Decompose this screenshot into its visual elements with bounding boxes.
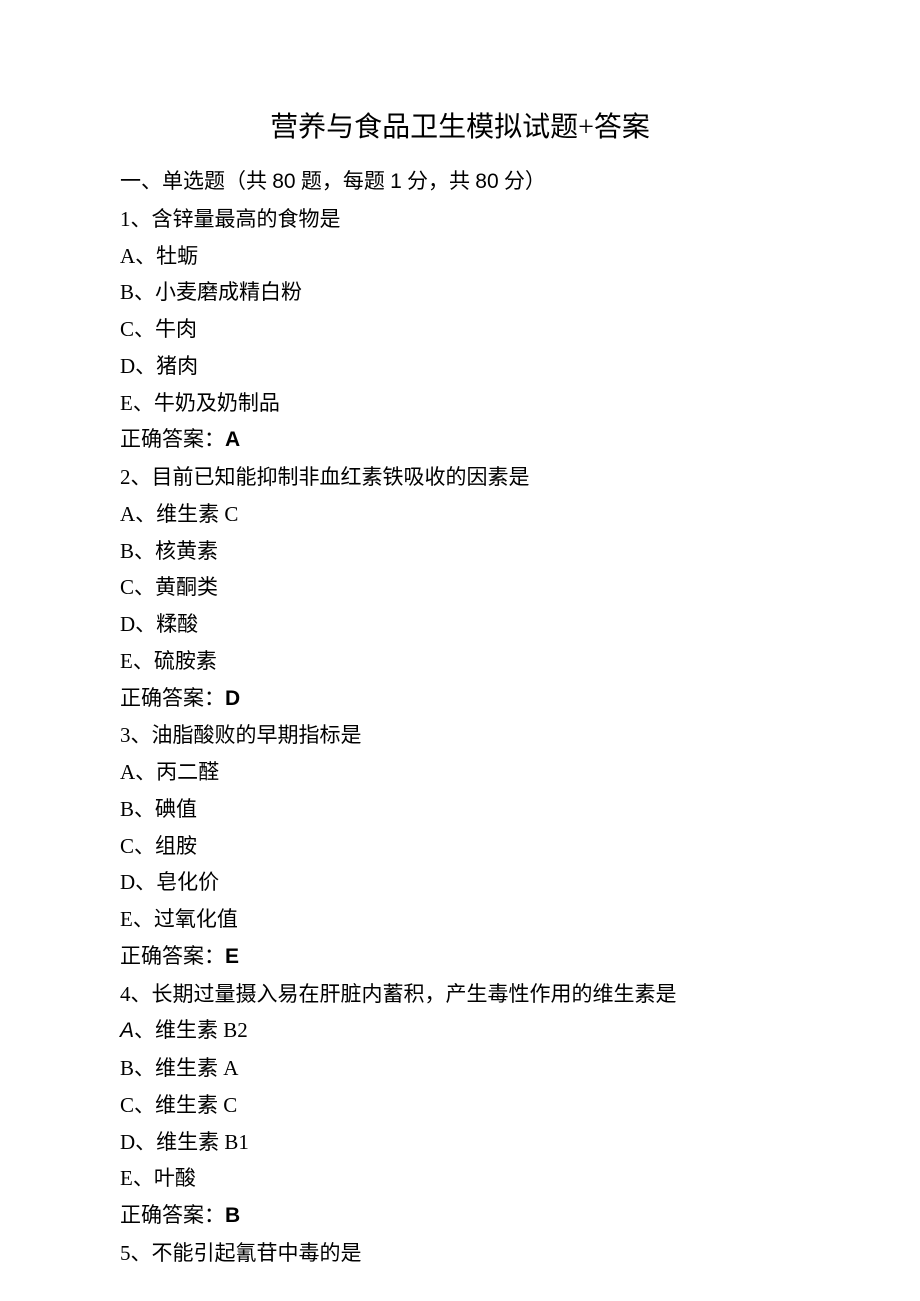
option: E、硫胺素 [120, 643, 800, 680]
option: E、过氧化值 [120, 901, 800, 938]
q-text: 、油脂酸败的早期指标是 [131, 723, 362, 747]
option-text: 、维生素 C [135, 502, 238, 526]
answer-label: 正确答案： [120, 1203, 225, 1227]
option-text: 、核黄素 [134, 539, 218, 563]
q-text: 、长期过量摄入易在肝脏内蓄积，产生毒性作用的维生素是 [131, 982, 677, 1006]
question-stem: 2、目前已知能抑制非血红素铁吸收的因素是 [120, 459, 800, 496]
option-text: 、碘值 [134, 797, 197, 821]
answer-line: 正确答案：A [120, 421, 800, 459]
option-text: 、牛奶及奶制品 [133, 391, 280, 415]
answer-label: 正确答案： [120, 427, 225, 451]
option-text: 、黄酮类 [134, 575, 218, 599]
q-num: 3 [120, 723, 131, 747]
section-per: 1 [390, 170, 402, 193]
section-mid: 题，每题 [296, 169, 391, 193]
answer-value: E [225, 945, 239, 968]
q-num: 5 [120, 1241, 131, 1265]
option-text: 、丙二醛 [135, 760, 219, 784]
section-prefix: 一、单选题（共 [120, 169, 272, 193]
answer-label: 正确答案： [120, 944, 225, 968]
section-score: 80 [475, 170, 498, 193]
option: A、牡蛎 [120, 238, 800, 275]
q-num: 1 [120, 207, 131, 231]
question-stem: 3、油脂酸败的早期指标是 [120, 717, 800, 754]
question-stem: 5、不能引起氰苷中毒的是 [120, 1235, 800, 1272]
option: C、牛肉 [120, 311, 800, 348]
option-text: 、维生素 C [134, 1093, 237, 1117]
q-num: 4 [120, 982, 131, 1006]
answer-line: 正确答案：B [120, 1197, 800, 1235]
option: C、组胺 [120, 828, 800, 865]
option: B、维生素 A [120, 1050, 800, 1087]
section-header: 一、单选题（共 80 题，每题 1 分，共 80 分） [120, 163, 800, 201]
section-suffix: 分） [499, 169, 546, 193]
option: D、维生素 B1 [120, 1124, 800, 1161]
answer-line: 正确答案：E [120, 938, 800, 976]
option-text: 、维生素 A [134, 1056, 238, 1080]
option: E、叶酸 [120, 1160, 800, 1197]
option: C、黄酮类 [120, 569, 800, 606]
option-text: 、过氧化值 [133, 907, 238, 931]
option: E、牛奶及奶制品 [120, 385, 800, 422]
option-text: 、牛肉 [134, 317, 197, 341]
option: A、维生素 C [120, 496, 800, 533]
option-text: 、维生素 B2 [134, 1018, 248, 1042]
section-total: 80 [272, 170, 295, 193]
option: B、碘值 [120, 791, 800, 828]
section-mid2: 分，共 [402, 169, 476, 193]
answer-value: B [225, 1204, 240, 1227]
option: D、猪肉 [120, 348, 800, 385]
answer-line: 正确答案：D [120, 680, 800, 718]
document-title: 营养与食品卫生模拟试题+答案 [120, 105, 800, 145]
question-stem: 4、长期过量摄入易在肝脏内蓄积，产生毒性作用的维生素是 [120, 976, 800, 1013]
option-text: 、糅酸 [135, 612, 198, 636]
q-text: 、含锌量最高的食物是 [131, 207, 341, 231]
option: A、丙二醛 [120, 754, 800, 791]
answer-value: D [225, 687, 240, 710]
option-text: 、叶酸 [133, 1166, 196, 1190]
option: B、核黄素 [120, 533, 800, 570]
option-text: 、硫胺素 [133, 649, 217, 673]
option-text: 、牡蛎 [135, 244, 198, 268]
option-text: 、猪肉 [135, 354, 198, 378]
q-text: 、不能引起氰苷中毒的是 [131, 1241, 362, 1265]
option: B、小麦磨成精白粉 [120, 274, 800, 311]
answer-value: A [225, 428, 240, 451]
q-num: 2 [120, 465, 131, 489]
q-text: 、目前已知能抑制非血红素铁吸收的因素是 [131, 465, 530, 489]
option: D、糅酸 [120, 606, 800, 643]
option: D、皂化价 [120, 864, 800, 901]
option: C、维生素 C [120, 1087, 800, 1124]
option-text: 、皂化价 [135, 870, 219, 894]
answer-label: 正确答案： [120, 686, 225, 710]
question-stem: 1、含锌量最高的食物是 [120, 201, 800, 238]
option-text: 、小麦磨成精白粉 [134, 280, 302, 304]
option: A、维生素 B2 [120, 1012, 800, 1050]
option-text: 、组胺 [134, 834, 197, 858]
option-text: 、维生素 B1 [135, 1130, 249, 1154]
